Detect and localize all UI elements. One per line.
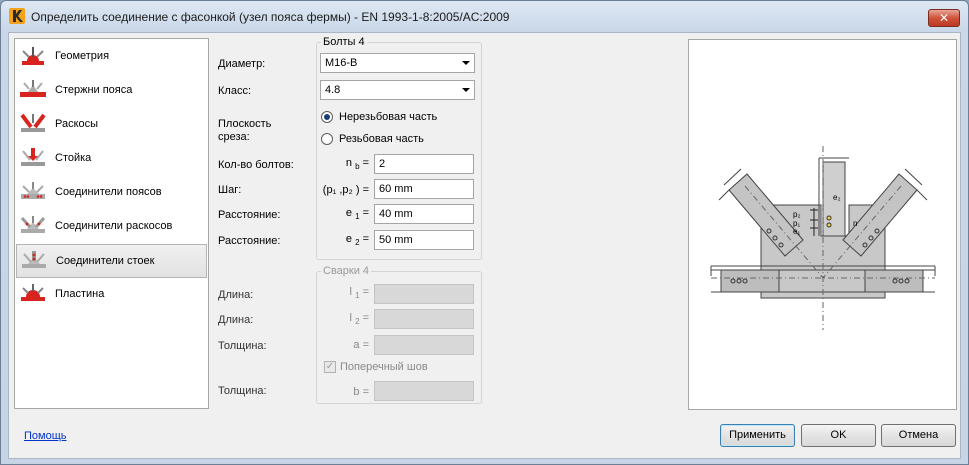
welds-group-title: Сварки 4 [321, 265, 372, 277]
diameter-label: Диаметр: [218, 58, 266, 70]
post-connectors-icon [22, 251, 46, 268]
weld-length2-input[interactable] [374, 309, 474, 329]
shear-plane-label-line1: Плоскость [218, 118, 272, 130]
dialog-window: Определить соединение с фасонкой (узел п… [0, 0, 969, 465]
weld-length1-input[interactable] [374, 284, 474, 304]
sidebar-item-post[interactable]: Стойка [16, 142, 207, 176]
distance-e2-input[interactable]: 50 mm [374, 230, 474, 250]
pitch-label: Шаг: [218, 184, 242, 196]
help-link[interactable]: Помощь [24, 430, 67, 442]
radio-unthreaded-label[interactable]: Нерезьбовая часть [339, 111, 437, 123]
sidebar-item-chord-members[interactable]: Стержни пояса [16, 74, 207, 108]
weld-length1-symbol: l 1 = [349, 286, 369, 301]
bolts-group [316, 42, 482, 260]
sidebar-item-diagonals[interactable]: Раскосы [16, 108, 207, 142]
sidebar-item-label: Стержни пояса [55, 84, 133, 96]
ok-button[interactable]: OK [801, 424, 876, 447]
weld-thickness-a-input[interactable] [374, 335, 474, 355]
radio-unthreaded[interactable] [321, 111, 333, 123]
sidebar-item-label: Геометрия [55, 50, 110, 62]
distance-e1-label: Расстояние: [218, 209, 281, 221]
weld-thickness-b-label: Толщина: [218, 385, 267, 397]
sidebar-item-geometry[interactable]: Геометрия [16, 40, 207, 74]
diagonal-connectors-icon [20, 216, 46, 233]
sidebar-item-post-connectors[interactable]: Соединители стоек [16, 244, 207, 278]
distance-e2-symbol: e 2 = [345, 233, 369, 248]
bolt-count-symbol: n b = [345, 157, 369, 172]
connection-preview: p₂ p₁ e₁ e₂ n [688, 39, 957, 410]
weld-length2-symbol: l 2 = [349, 312, 369, 327]
svg-text:p₂: p₂ [793, 210, 801, 219]
diameter-select[interactable]: M16-B [320, 53, 475, 73]
close-button[interactable]: ✕ [928, 9, 960, 27]
weld-length1-label: Длина: [218, 289, 254, 301]
sidebar-item-plate[interactable]: Пластина [16, 278, 207, 312]
sidebar-item-chord-connectors[interactable]: Соединители поясов [16, 176, 207, 210]
sidebar-item-label: Соединители раскосов [55, 220, 173, 232]
class-label: Класс: [218, 85, 251, 97]
distance-e1-symbol: e 1 = [345, 207, 369, 222]
window-title: Определить соединение с фасонкой (узел п… [31, 10, 510, 24]
svg-text:e₂: e₂ [833, 193, 841, 202]
title-bar[interactable]: Определить соединение с фасонкой (узел п… [1, 1, 968, 31]
chord-connectors-icon [21, 182, 45, 199]
cancel-button[interactable]: Отмена [881, 424, 956, 447]
weld-thickness-a-symbol: a = [353, 339, 369, 351]
weld-thickness-b-symbol: b = [353, 386, 369, 398]
sidebar-item-label: Раскосы [55, 118, 99, 130]
bolts-group-title: Болты 4 [321, 36, 367, 48]
distance-e1-input[interactable]: 40 mm [374, 204, 474, 224]
bolt-count-label: Кол-во болтов: [218, 159, 294, 171]
weld-thickness-a-label: Толщина: [218, 340, 267, 352]
sidebar-item-label: Соединители поясов [55, 186, 162, 198]
chevron-down-icon [462, 61, 470, 65]
transverse-weld-checkbox[interactable]: ✓ [324, 361, 336, 373]
sidebar-item-label: Соединители стоек [56, 255, 155, 267]
dialog-body: Геометрия Стержни пояса Раскосы Стойка С… [8, 32, 961, 459]
post-icon [21, 148, 45, 166]
radio-threaded-label[interactable]: Резьбовая часть [339, 133, 424, 145]
geometry-icon [22, 47, 44, 65]
sidebar-item-diagonal-connectors[interactable]: Соединители раскосов [16, 210, 207, 244]
svg-text:e₁: e₁ [793, 227, 800, 236]
chord-members-icon [20, 80, 46, 97]
class-value: 4.8 [325, 84, 341, 96]
class-select[interactable]: 4.8 [320, 80, 475, 100]
plate-icon [21, 284, 45, 301]
chevron-down-icon [462, 88, 470, 92]
pitch-input[interactable]: 60 mm [374, 179, 474, 199]
distance-e2-label: Расстояние: [218, 235, 281, 247]
app-logo-icon [9, 8, 25, 24]
bolt-count-input[interactable]: 2 [374, 154, 474, 174]
shear-plane-label-line2: среза: [218, 131, 250, 143]
diagonals-icon [20, 113, 46, 132]
weld-thickness-b-input[interactable] [374, 381, 474, 401]
pitch-symbol: (p₁ ,p₂ ) = [322, 184, 369, 196]
section-list: Геометрия Стержни пояса Раскосы Стойка С… [14, 38, 209, 409]
sidebar-item-label: Стойка [55, 152, 92, 164]
sidebar-item-label: Пластина [55, 288, 105, 300]
transverse-weld-label[interactable]: Поперечный шов [340, 361, 428, 373]
weld-length2-label: Длина: [218, 314, 254, 326]
svg-text:n: n [853, 219, 857, 228]
apply-button[interactable]: Применить [720, 424, 795, 447]
diameter-value: M16-B [325, 57, 358, 69]
radio-threaded[interactable] [321, 133, 333, 145]
gusset-connection-drawing: p₂ p₁ e₁ e₂ n [710, 146, 936, 330]
